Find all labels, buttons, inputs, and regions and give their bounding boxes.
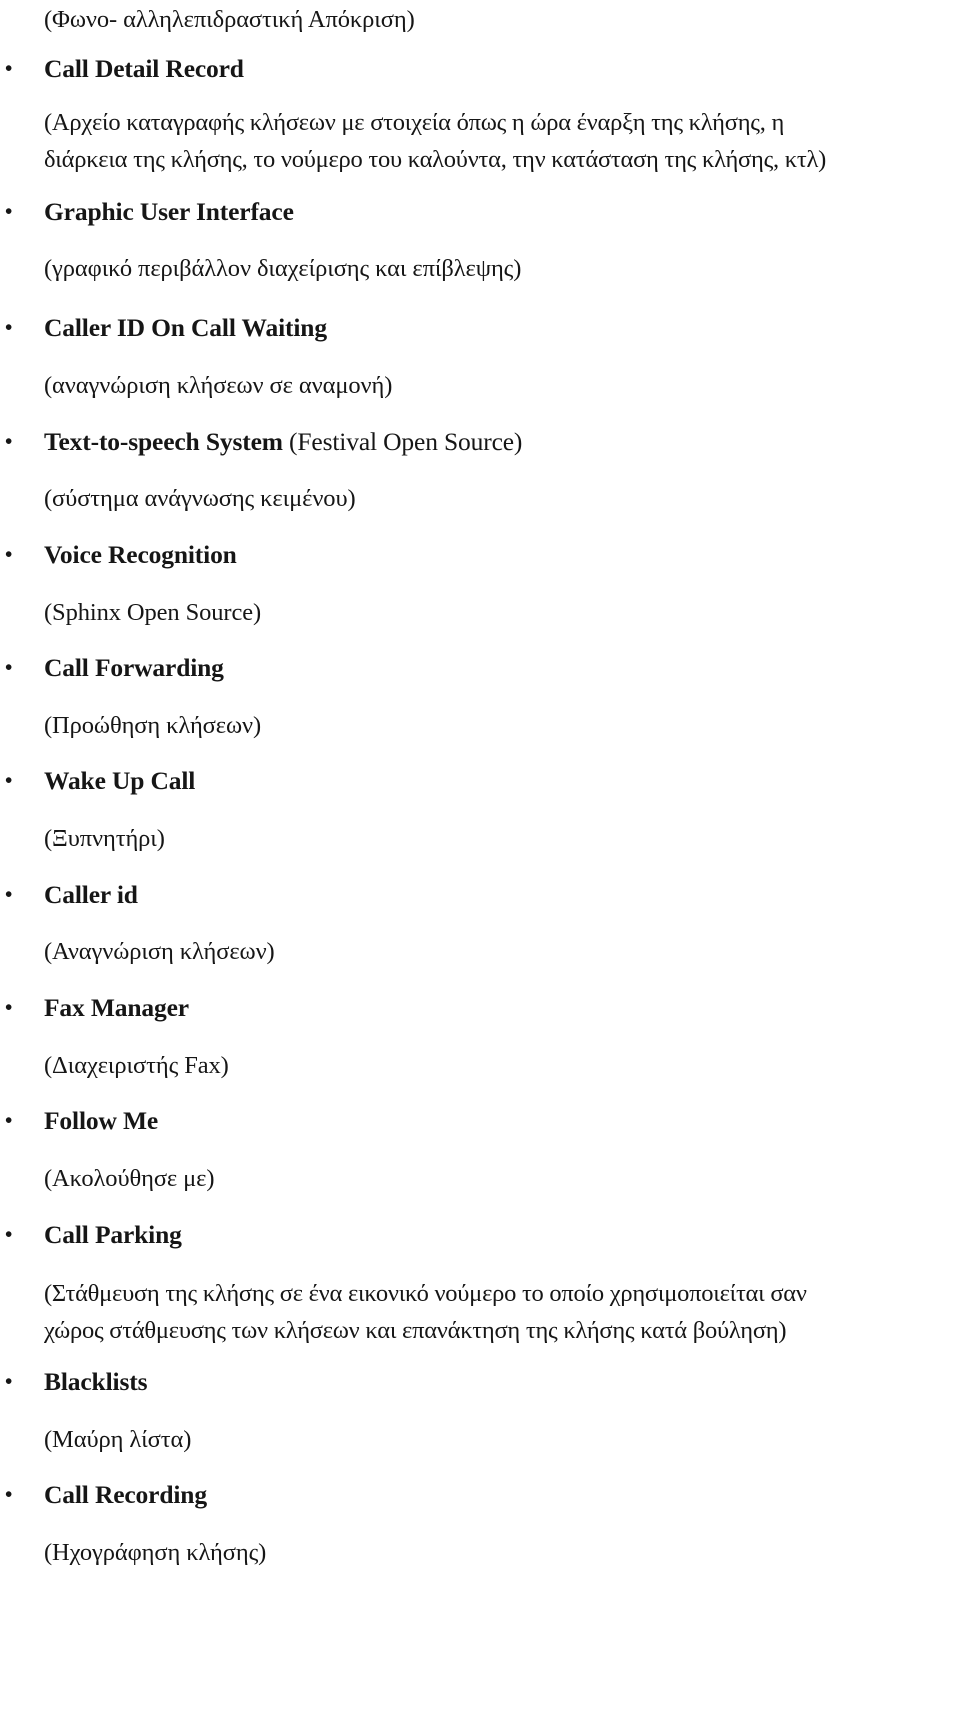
intro-translation-row: (Φωνο- αλληλεπιδραστική Απόκριση) [0, 6, 960, 33]
feature-name-text: Call Parking [44, 1220, 182, 1249]
translation-line: (αναγνώριση κλήσεων σε αναμονή) [44, 372, 393, 399]
feature-item: Blacklists [0, 1369, 960, 1395]
feature-translation: (Αρχείο καταγραφής κλήσεων με στοιχεία ό… [0, 104, 960, 178]
feature-translation: (Στάθμευση της κλήσης σε ένα εικονικό νο… [0, 1275, 960, 1349]
translation-line: (Αρχείο καταγραφής κλήσεων με στοιχεία ό… [44, 109, 785, 136]
translation-line: (Διαχειριστής Fax) [44, 1052, 229, 1079]
feature-name: Call Parking [0, 1222, 960, 1248]
translation-line: (Προώθηση κλήσεων) [44, 712, 262, 739]
feature-name-text: Graphic User Interface [44, 197, 294, 226]
feature-name-text: Call Recording [44, 1480, 207, 1509]
feature-name: Text-to-speech System (Festival Open Sou… [0, 429, 960, 455]
translation-line: (Sphinx Open Source) [44, 599, 262, 626]
translation-line: (Ηχογράφηση κλήσης) [44, 1539, 267, 1566]
feature-translation: (σύστημα ανάγνωσης κειμένου) [0, 485, 960, 512]
translation-paragraph: (Αρχείο καταγραφής κλήσεων με στοιχεία ό… [0, 104, 960, 178]
feature-name-text: Wake Up Call [44, 766, 196, 795]
feature-name-text: Blacklists [44, 1367, 148, 1396]
feature-item: Voice Recognition [0, 542, 960, 568]
feature-name-text: Text-to-speech System [44, 427, 283, 456]
feature-translation: (Ηχογράφηση κλήσης) [0, 1539, 960, 1566]
feature-item: Text-to-speech System (Festival Open Sou… [0, 429, 960, 455]
feature-translation: (γραφικό περιβάλλον διαχείρισης και επίβ… [0, 255, 960, 282]
feature-name: Wake Up Call [0, 768, 960, 794]
feature-item: Fax Manager [0, 995, 960, 1021]
feature-item: Call Forwarding [0, 655, 960, 681]
translation-line: διάρκεια της κλήσης, το νούμερο του καλο… [44, 146, 826, 174]
feature-translation: (Ξυπνητήρι) [0, 825, 960, 852]
feature-name-suffix: (Festival Open Source) [282, 427, 523, 456]
feature-item: Call Detail Record [0, 56, 960, 82]
feature-name: Call Forwarding [0, 655, 960, 681]
feature-name-text: Follow Me [44, 1106, 159, 1135]
translation-line: (Ακολούθησε με) [44, 1165, 215, 1192]
feature-translation: (Sphinx Open Source) [0, 599, 960, 626]
translation-line: (Στάθμευση της κλήσης σε ένα εικονικό νο… [44, 1280, 807, 1307]
feature-translation: (Προώθηση κλήσεων) [0, 712, 960, 739]
feature-translation: (αναγνώριση κλήσεων σε αναμονή) [0, 372, 960, 399]
intro-translation-text: (Φωνο- αλληλεπιδραστική Απόκριση) [44, 6, 415, 33]
feature-name-text: Call Forwarding [44, 653, 224, 682]
feature-item: Follow Me [0, 1108, 960, 1134]
feature-name: Blacklists [0, 1369, 960, 1395]
translation-line: χώρος στάθμευσης των κλήσεων και επανάκτ… [44, 1317, 787, 1345]
feature-name: Voice Recognition [0, 542, 960, 568]
feature-item: Caller id [0, 882, 960, 908]
feature-item: Wake Up Call [0, 768, 960, 794]
feature-name: Caller id [0, 882, 960, 908]
translation-line: (σύστημα ανάγνωσης κειμένου) [44, 485, 356, 512]
feature-name-text: Fax Manager [44, 993, 189, 1022]
feature-name-text: Caller id [44, 880, 138, 909]
feature-name: Fax Manager [0, 995, 960, 1021]
translation-line: (γραφικό περιβάλλον διαχείρισης και επίβ… [44, 255, 522, 282]
feature-translation: (Αναγνώριση κλήσεων) [0, 938, 960, 965]
feature-name: Graphic User Interface [0, 199, 960, 225]
feature-name-text: Caller ID On Call Waiting [44, 313, 327, 342]
feature-name: Follow Me [0, 1108, 960, 1134]
feature-name-text: Call Detail Record [44, 54, 244, 83]
feature-item: Caller ID On Call Waiting [0, 315, 960, 341]
feature-name: Call Recording [0, 1482, 960, 1508]
feature-translation: (Ακολούθησε με) [0, 1165, 960, 1192]
feature-name-text: Voice Recognition [44, 540, 237, 569]
feature-item: Graphic User Interface [0, 199, 960, 225]
translation-line: (Μαύρη λίστα) [44, 1426, 192, 1453]
document-page: (Φωνο- αλληλεπιδραστική Απόκριση) Call D… [0, 0, 960, 1725]
translation-line: (Αναγνώριση κλήσεων) [44, 938, 275, 965]
feature-item: Call Recording [0, 1482, 960, 1508]
translation-paragraph: (Στάθμευση της κλήσης σε ένα εικονικό νο… [0, 1275, 960, 1349]
feature-item: Call Parking [0, 1222, 960, 1248]
translation-line: (Ξυπνητήρι) [44, 825, 165, 852]
feature-name: Call Detail Record [0, 56, 960, 82]
feature-translation: (Διαχειριστής Fax) [0, 1052, 960, 1079]
feature-name: Caller ID On Call Waiting [0, 315, 960, 341]
feature-translation: (Μαύρη λίστα) [0, 1426, 960, 1453]
